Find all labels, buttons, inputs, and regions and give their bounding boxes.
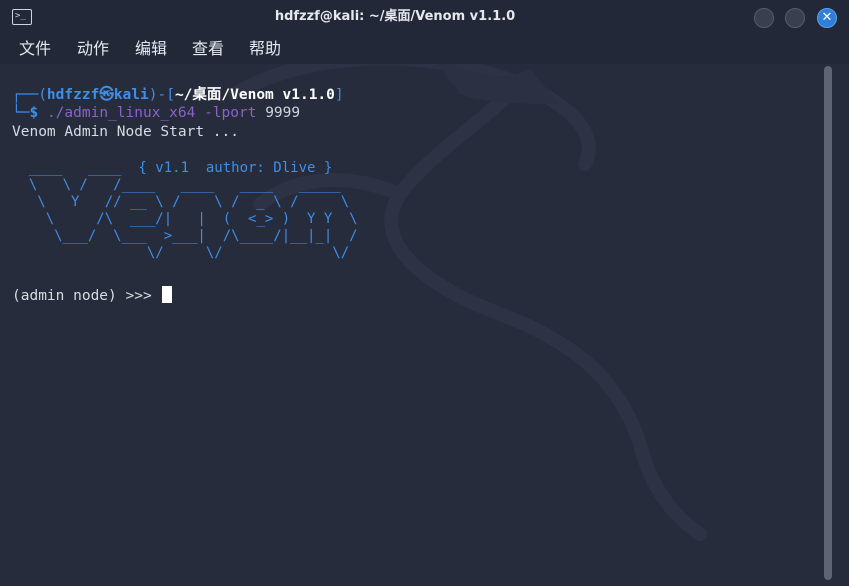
terminal-output-area[interactable]: ┌──(hdfzzf㉿kali)-[~/桌面/Venom v1.1.0] └─$… — [0, 64, 849, 586]
menu-action[interactable]: 动作 — [77, 34, 109, 64]
command-text: ./admin_linux_x64 — [46, 105, 196, 121]
text-cursor — [162, 286, 173, 303]
prompt-close: ] — [334, 87, 344, 103]
menu-view[interactable]: 查看 — [192, 34, 224, 64]
title-bar[interactable]: >_ hdfzzf@kali: ~/桌面/Venom v1.1.0 ✕ — [0, 0, 849, 34]
command-line: └─$ ./admin_linux_x64 -lport 9999 — [12, 104, 300, 122]
menu-file[interactable]: 文件 — [19, 34, 51, 64]
close-icon: ✕ — [821, 10, 833, 25]
command-arg: 9999 — [265, 105, 301, 121]
vertical-scrollbar[interactable] — [824, 66, 832, 580]
command-flag: -lport — [204, 105, 257, 121]
maximize-button[interactable] — [785, 8, 805, 28]
admin-prompt: (admin node) >>> — [12, 288, 161, 304]
prompt-mid: )-[ — [148, 87, 175, 103]
admin-prompt-line[interactable]: (admin node) >>> — [12, 286, 173, 305]
prompt-user: hdfzzf — [46, 87, 100, 103]
prompt-line2: └─ — [12, 105, 30, 121]
menu-bar: 文件 动作 编辑 查看 帮助 — [0, 34, 849, 64]
prompt-host: kali — [113, 87, 149, 103]
venom-banner: ____ ____ { v1.1 author: Dlive } \ \ / /… — [28, 160, 358, 261]
start-output: Venom Admin Node Start ... — [12, 124, 239, 140]
close-button[interactable]: ✕ — [817, 8, 837, 28]
terminal-window: >_ hdfzzf@kali: ~/桌面/Venom v1.1.0 ✕ 文件 动… — [0, 0, 849, 586]
minimize-button[interactable] — [754, 8, 774, 28]
window-title: hdfzzf@kali: ~/桌面/Venom v1.1.0 — [274, 9, 516, 24]
prompt-path: ~/桌面/Venom v1.1.0 — [174, 87, 335, 103]
prompt-at: ㉿ — [99, 87, 114, 103]
prompt-dollar: $ — [29, 105, 39, 121]
prompt-line: ┌──(hdfzzf㉿kali)-[~/桌面/Venom v1.1.0] — [12, 86, 344, 104]
prompt-open: ┌──( — [12, 87, 47, 103]
kali-dragon-watermark — [228, 64, 707, 541]
menu-help[interactable]: 帮助 — [249, 34, 281, 64]
menu-edit[interactable]: 编辑 — [135, 34, 167, 64]
